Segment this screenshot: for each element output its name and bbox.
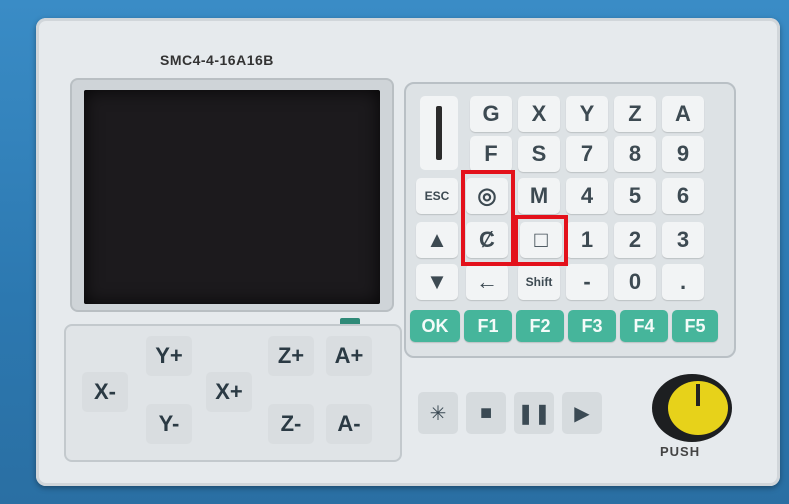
key-0[interactable]: 0 [614,264,656,300]
key-9[interactable]: 9 [662,136,704,172]
z-minus-button[interactable]: Z- [268,404,314,444]
down-arrow-icon[interactable]: ▼ [416,264,458,300]
f1-button[interactable]: F1 [464,310,512,342]
key-z[interactable]: Z [614,96,656,132]
key-dot[interactable]: . [662,264,704,300]
key-f[interactable]: F [470,136,512,172]
key-a[interactable]: A [662,96,704,132]
spindle-toggle-icon[interactable]: ✳ [418,392,458,434]
key-x[interactable]: X [518,96,560,132]
f2-button[interactable]: F2 [516,310,564,342]
pause-icon[interactable]: ❚❚ [514,392,554,434]
key-minus[interactable]: - [566,264,608,300]
key-esc[interactable]: ESC [416,178,458,214]
key-y[interactable]: Y [566,96,608,132]
lcd-screen [84,90,380,304]
key-3[interactable]: 3 [662,222,704,258]
f5-button[interactable]: F5 [672,310,718,342]
f4-button[interactable]: F4 [620,310,668,342]
push-label: PUSH [660,444,701,459]
x-minus-button[interactable]: X- [82,372,128,412]
reset-key[interactable] [420,96,458,170]
ok-button[interactable]: OK [410,310,460,342]
stop-icon[interactable]: ■ [466,392,506,434]
f3-button[interactable]: F3 [568,310,616,342]
key-m[interactable]: M [518,178,560,214]
a-plus-button[interactable]: A+ [326,336,372,376]
key-s[interactable]: S [518,136,560,172]
model-label: SMC4-4-16A16B [160,52,274,68]
key-g[interactable]: G [470,96,512,132]
highlight-box-right [514,215,568,266]
key-7[interactable]: 7 [566,136,608,172]
y-plus-button[interactable]: Y+ [146,336,192,376]
key-6[interactable]: 6 [662,178,704,214]
z-plus-button[interactable]: Z+ [268,336,314,376]
key-2[interactable]: 2 [614,222,656,258]
x-plus-button[interactable]: X+ [206,372,252,412]
key-shift[interactable]: Shift [518,264,560,300]
knob-indicator-icon [696,384,700,406]
push-knob[interactable] [640,364,738,444]
key-1[interactable]: 1 [566,222,608,258]
play-icon[interactable]: ▶ [562,392,602,434]
key-4[interactable]: 4 [566,178,608,214]
up-arrow-icon[interactable]: ▲ [416,222,458,258]
key-8[interactable]: 8 [614,136,656,172]
y-minus-button[interactable]: Y- [146,404,192,444]
backspace-icon[interactable]: ← [466,264,508,300]
a-minus-button[interactable]: A- [326,404,372,444]
key-5[interactable]: 5 [614,178,656,214]
highlight-box-left [461,170,515,266]
